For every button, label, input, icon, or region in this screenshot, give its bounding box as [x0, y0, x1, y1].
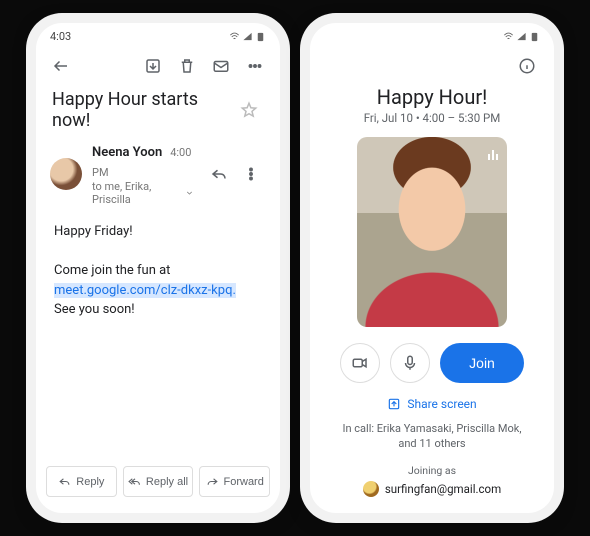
mail-icon[interactable] — [206, 51, 236, 81]
trash-icon[interactable] — [172, 51, 202, 81]
reply-all-button[interactable]: Reply all — [123, 466, 194, 497]
forward-button[interactable]: Forward — [199, 466, 270, 497]
mic-toggle-icon[interactable] — [390, 343, 430, 383]
video-preview[interactable] — [357, 137, 507, 327]
battery-icon — [529, 31, 540, 42]
reply-icon[interactable] — [204, 159, 234, 189]
meet-header: Happy Hour! Fri, Jul 10 • 4:00 – 5:30 PM — [310, 81, 554, 127]
audio-level-icon — [487, 145, 499, 164]
archive-icon[interactable] — [138, 51, 168, 81]
meeting-title: Happy Hour! — [310, 85, 554, 109]
overflow-icon[interactable] — [240, 51, 270, 81]
email-body: Happy Friday! Come join the fun at meet.… — [36, 216, 280, 326]
body-line2: See you soon! — [54, 302, 135, 317]
sender-name: Neena Yoon — [92, 145, 162, 160]
star-icon[interactable] — [234, 95, 264, 125]
email-subject: Happy Hour starts now! — [52, 89, 234, 131]
footer-actions: Reply Reply all Forward — [36, 456, 280, 513]
user-email: surfingfan@gmail.com — [385, 482, 501, 496]
wifi-icon — [503, 31, 514, 42]
more-vert-icon[interactable] — [236, 159, 266, 189]
chevron-down-icon — [185, 188, 194, 198]
back-icon[interactable] — [46, 51, 76, 81]
sender-actions — [204, 159, 266, 189]
wifi-icon — [229, 31, 240, 42]
status-time: 4:03 — [50, 30, 71, 43]
sender-row: Neena Yoon 4:00 PM to me, Erika, Priscil… — [36, 141, 280, 216]
sender-info: Neena Yoon 4:00 PM to me, Erika, Priscil… — [92, 141, 194, 206]
subject-row: Happy Hour starts now! — [36, 83, 280, 141]
in-call-text: In call: Erika Yamasaki, Priscilla Mok, … — [310, 421, 554, 452]
gmail-toolbar — [36, 45, 280, 83]
meet-link[interactable]: meet.google.com/clz-dkxz-kpq. — [54, 283, 236, 298]
meet-toolbar — [310, 45, 554, 81]
camera-toggle-icon[interactable] — [340, 343, 380, 383]
body-line1: Come join the fun at — [54, 263, 170, 278]
status-icons — [229, 31, 266, 42]
signal-icon — [516, 31, 527, 42]
battery-icon — [255, 31, 266, 42]
status-bar: 4:03 — [36, 23, 280, 45]
meet-phone: Happy Hour! Fri, Jul 10 • 4:00 – 5:30 PM… — [310, 23, 554, 513]
info-icon[interactable] — [512, 51, 542, 81]
controls: Join — [310, 339, 554, 391]
sender-to[interactable]: to me, Erika, Priscilla — [92, 180, 194, 206]
joining-label: Joining as — [310, 464, 554, 477]
signal-icon — [242, 31, 253, 42]
gmail-phone: 4:03 Happy Hour starts now! — [36, 23, 280, 513]
reply-button[interactable]: Reply — [46, 466, 117, 497]
sender-avatar[interactable] — [50, 158, 82, 190]
status-bar — [310, 23, 554, 45]
user-avatar — [363, 481, 379, 497]
share-screen-button[interactable]: Share screen — [310, 391, 554, 421]
join-button[interactable]: Join — [440, 343, 524, 383]
meeting-time: Fri, Jul 10 • 4:00 – 5:30 PM — [310, 111, 554, 125]
joining-as: surfingfan@gmail.com — [310, 481, 554, 497]
status-icons — [503, 31, 540, 42]
body-greeting: Happy Friday! — [54, 222, 262, 242]
